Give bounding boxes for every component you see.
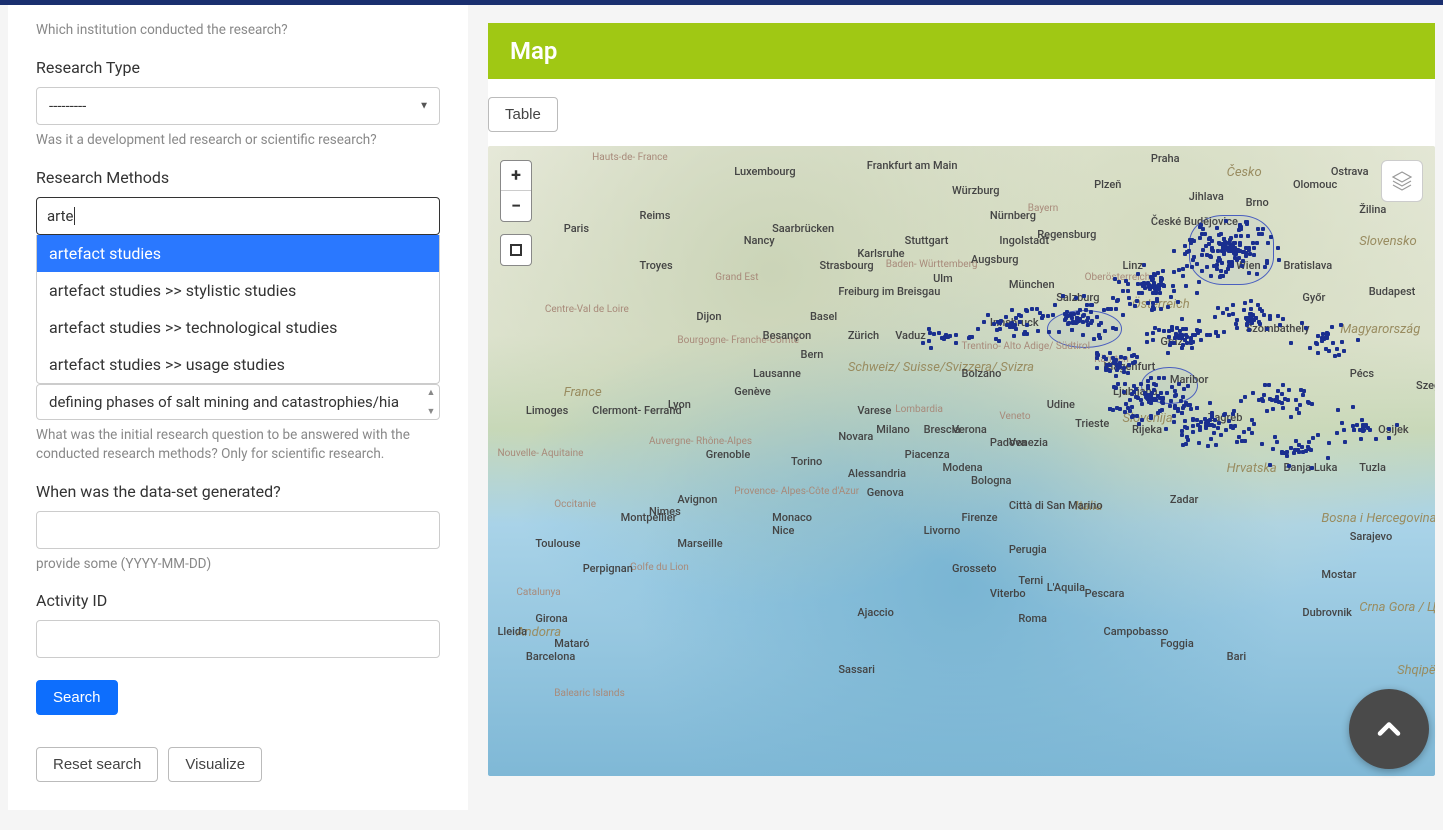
- reset-search-button[interactable]: Reset search: [36, 747, 158, 782]
- activity-id-label: Activity ID: [36, 591, 440, 610]
- generation-date-label: When was the data-set generated?: [36, 482, 440, 501]
- zoom-control: + −: [500, 160, 532, 222]
- institution-help: Which institution conducted the research…: [36, 21, 440, 40]
- zoom-in-button[interactable]: +: [501, 161, 531, 191]
- dropdown-item[interactable]: artefact studies >> stylistic studies: [37, 272, 439, 309]
- research-type-help: Was it a development led research or sci…: [36, 131, 440, 150]
- fullscreen-button[interactable]: [500, 234, 532, 266]
- research-methods-label: Research Methods: [36, 168, 440, 187]
- search-button[interactable]: Search: [36, 680, 118, 715]
- research-type-group: Research Type --------- ▼ Was it a devel…: [36, 58, 440, 150]
- map-pane: Map Table FranceSchweiz/ Suisse/Svizzera…: [488, 5, 1435, 810]
- chevron-down-icon: ▼: [419, 100, 429, 111]
- caret-up-icon[interactable]: ▲: [427, 387, 436, 398]
- activity-id-group: Activity ID: [36, 591, 440, 658]
- generation-date-input[interactable]: [36, 511, 440, 549]
- zoom-out-button[interactable]: −: [501, 191, 531, 221]
- table-button[interactable]: Table: [488, 97, 558, 132]
- chevron-up-icon: [1371, 711, 1407, 747]
- scroll-to-top-button[interactable]: [1349, 689, 1429, 769]
- research-question-help: What was the initial research question t…: [36, 426, 440, 464]
- visualize-button[interactable]: Visualize: [168, 747, 262, 782]
- layers-button[interactable]: [1381, 160, 1423, 202]
- research-type-select[interactable]: --------- ▼: [36, 87, 440, 125]
- fullscreen-icon: [510, 244, 522, 256]
- research-type-selected: ---------: [49, 97, 86, 115]
- dropdown-item[interactable]: artefact studies >> technological studie…: [37, 309, 439, 346]
- map-title: Map: [488, 23, 1435, 79]
- search-sidebar: Which institution conducted the research…: [8, 5, 468, 810]
- generation-date-group: When was the data-set generated? provide…: [36, 482, 440, 574]
- research-question-textarea[interactable]: defining phases of salt mining and catas…: [36, 384, 440, 420]
- dropdown-item[interactable]: artefact studies >> usage studies: [37, 346, 439, 383]
- layers-icon: [1390, 169, 1414, 193]
- research-type-label: Research Type: [36, 58, 440, 77]
- dropdown-item[interactable]: artefact studies: [37, 235, 439, 272]
- activity-id-input[interactable]: [36, 620, 440, 658]
- generation-date-help: provide some (YYYY-MM-DD): [36, 555, 440, 574]
- research-methods-input[interactable]: arte: [36, 197, 440, 235]
- research-methods-group: Research Methods arte artefact studies a…: [36, 168, 440, 464]
- map-canvas[interactable]: FranceSchweiz/ Suisse/Svizzera/ SvizraÖs…: [488, 146, 1435, 776]
- research-methods-dropdown: artefact studies artefact studies >> sty…: [36, 235, 440, 384]
- caret-down-icon[interactable]: ▼: [427, 406, 436, 417]
